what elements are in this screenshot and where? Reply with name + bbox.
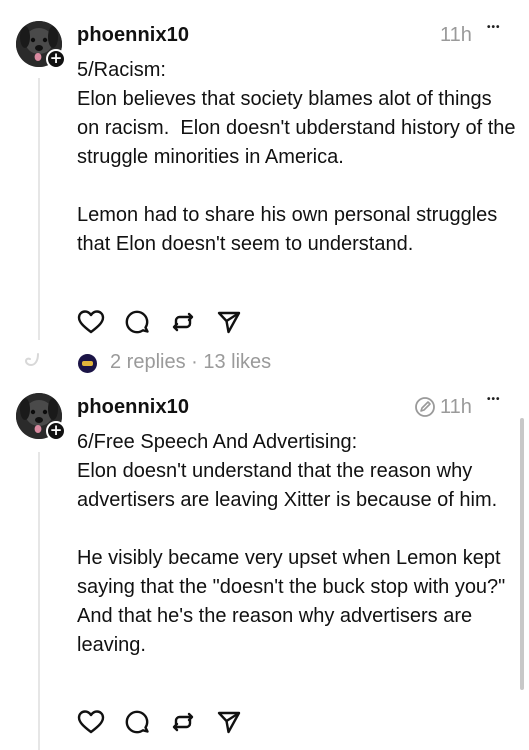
repost-icon[interactable]: [169, 708, 197, 736]
comment-icon[interactable]: [123, 708, 151, 736]
timestamp: 11h: [440, 396, 472, 418]
post-paragraph: 5/Racism: Elon believes that society bla…: [77, 59, 516, 168]
repost-icon[interactable]: [169, 308, 197, 336]
edited-icon: [415, 397, 435, 417]
more-options-button[interactable]: •••: [487, 22, 501, 33]
post-paragraph: Lemon had to share his own personal stru…: [77, 204, 503, 255]
heart-icon[interactable]: [77, 308, 105, 336]
timestamp: 11h: [440, 24, 472, 46]
username[interactable]: phoennix10: [77, 396, 189, 419]
thread-line: [38, 78, 40, 340]
post-body: 6/Free Speech And Advertising: Elon does…: [77, 428, 517, 660]
plus-icon[interactable]: +: [46, 49, 66, 69]
scrollbar[interactable]: [520, 418, 524, 690]
thread-end-icon: [24, 353, 39, 367]
replies-likes-count[interactable]: 2 replies · 13 likes: [110, 351, 271, 374]
comment-icon[interactable]: [123, 308, 151, 336]
username[interactable]: phoennix10: [77, 24, 189, 47]
post-paragraph: He visibly became very upset when Lemon …: [77, 547, 510, 656]
send-icon[interactable]: [215, 708, 243, 736]
thread-line: [38, 452, 40, 750]
thread-summary[interactable]: 2 replies · 13 likes: [0, 348, 529, 378]
plus-icon[interactable]: +: [46, 421, 66, 441]
heart-icon[interactable]: [77, 708, 105, 736]
post-paragraph: 6/Free Speech And Advertising: Elon does…: [77, 431, 498, 511]
post-body: 5/Racism: Elon believes that society bla…: [77, 56, 517, 259]
send-icon[interactable]: [215, 308, 243, 336]
more-options-button[interactable]: •••: [487, 394, 501, 405]
replier-avatar: [78, 354, 97, 373]
